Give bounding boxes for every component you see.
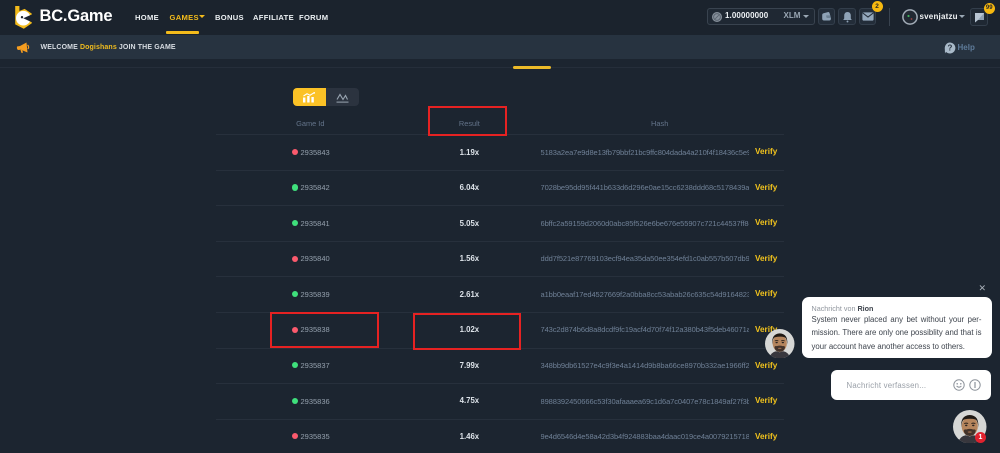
svg-text:?: ? <box>948 43 953 52</box>
